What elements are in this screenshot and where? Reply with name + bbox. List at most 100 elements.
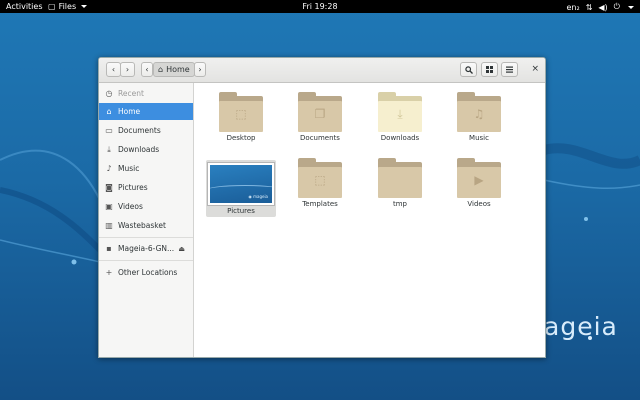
files-app-icon: ▢ xyxy=(48,2,56,11)
file-item-label: tmp xyxy=(392,200,407,208)
grid-view-icon xyxy=(486,66,493,73)
file-item-label: Pictures xyxy=(227,207,255,215)
places-sidebar: ◷ Recent ⌂ Home ▭ Documents ⤓ Downloads … xyxy=(99,83,194,357)
sidebar-item-label: Pictures xyxy=(118,183,148,192)
file-item-label: Downloads xyxy=(380,134,420,142)
view-options-button[interactable] xyxy=(481,62,498,77)
document-emblem-icon: ❐ xyxy=(314,107,326,121)
trash-icon: ▥ xyxy=(105,221,113,230)
path-label: Home xyxy=(166,65,190,74)
sidebar-item-recent[interactable]: ◷ Recent xyxy=(99,85,193,102)
volume-icon: ◀) xyxy=(598,2,608,12)
hamburger-menu-icon xyxy=(506,66,513,73)
sidebar-item-pictures[interactable]: ◙ Pictures xyxy=(99,179,193,196)
folder-icon xyxy=(378,158,422,198)
file-item-downloads[interactable]: ⤓ Downloads xyxy=(370,92,430,142)
app-menu[interactable]: ▢ Files xyxy=(48,2,88,11)
app-menu-label: Files xyxy=(58,2,77,11)
folder-icon: ⤓ xyxy=(378,92,422,132)
menu-button[interactable] xyxy=(501,62,518,77)
clock-icon: ◷ xyxy=(105,89,113,98)
chevron-down-icon xyxy=(628,5,634,9)
file-item-label: Documents xyxy=(300,134,340,142)
close-button[interactable]: × xyxy=(531,64,539,74)
film-icon: ▣ xyxy=(105,202,113,211)
plus-icon: + xyxy=(105,268,113,277)
file-item-templates[interactable]: ⬚ Templates xyxy=(290,158,350,208)
sidebar-separator xyxy=(99,237,193,238)
file-item-desktop[interactable]: ⬚ Desktop xyxy=(211,92,271,142)
sidebar-item-mageia-disc[interactable]: ▪ Mageia-6-GN... ⏏ xyxy=(99,240,193,257)
sidebar-item-videos[interactable]: ▣ Videos xyxy=(99,198,193,215)
chevron-right-icon: › xyxy=(125,65,130,74)
power-icon: ⏻ xyxy=(613,2,620,11)
file-item-videos[interactable]: ▶ Videos xyxy=(449,158,509,208)
template-emblem-icon: ⬚ xyxy=(314,173,326,187)
search-icon xyxy=(464,65,473,74)
music-emblem-icon: ♫ xyxy=(473,107,485,121)
file-item-documents[interactable]: ❐ Documents xyxy=(290,92,350,142)
sidebar-item-label: Recent xyxy=(118,89,144,98)
sidebar-item-downloads[interactable]: ⤓ Downloads xyxy=(99,141,193,158)
folder-icon: ⬚ xyxy=(298,158,342,198)
file-item-music[interactable]: ♫ Music xyxy=(449,92,509,142)
download-icon: ⤓ xyxy=(107,144,111,154)
header-bar: ‹ › ‹ ⌂ Home › × xyxy=(99,58,545,83)
sidebar-item-label: Documents xyxy=(118,126,161,135)
activities-button[interactable]: Activities xyxy=(6,2,43,11)
sidebar-item-music[interactable]: ♪ Music xyxy=(99,160,193,177)
chevron-left-icon: ‹ xyxy=(145,65,149,74)
folder-icon: ♫ xyxy=(457,92,501,132)
top-bar: Activities ▢ Files Fri 19:28 en₂ ⇅ ◀) ⏻ xyxy=(0,0,640,13)
forward-button[interactable]: › xyxy=(120,62,135,77)
chevron-down-icon xyxy=(81,5,88,8)
sidebar-item-label: Mageia-6-GN... xyxy=(118,244,175,253)
sidebar-item-label: Other Locations xyxy=(118,268,178,277)
folder-icon: ▶ xyxy=(457,158,501,198)
path-scroll-right-button[interactable]: › xyxy=(194,62,206,77)
sidebar-item-label: Wastebasket xyxy=(118,221,166,230)
chevron-right-icon: › xyxy=(198,65,202,74)
brand-dot xyxy=(588,336,592,340)
video-emblem-icon: ▶ xyxy=(474,173,484,187)
eject-icon[interactable]: ⏏ xyxy=(178,245,185,253)
disc-icon: ▪ xyxy=(106,244,112,253)
folder-icon: ⬚ xyxy=(219,92,263,132)
system-status-area[interactable]: en₂ ⇅ ◀) ⏻ xyxy=(566,2,634,12)
clock[interactable]: Fri 19:28 xyxy=(302,2,337,11)
sidebar-item-home[interactable]: ⌂ Home xyxy=(99,103,193,120)
sidebar-item-wastebasket[interactable]: ▥ Wastebasket xyxy=(99,217,193,234)
sidebar-item-label: Home xyxy=(118,107,141,116)
sidebar-separator xyxy=(99,260,193,261)
file-item-pictures[interactable]: ◉ mageia Pictures xyxy=(206,160,276,217)
document-icon: ▭ xyxy=(105,126,113,135)
camera-icon: ◙ xyxy=(105,183,113,192)
desktop-brand-logo: ageia xyxy=(544,312,618,341)
file-view: ⬚ Desktop ❐ Documents ⤓ Downloads ♫ Musi… xyxy=(194,83,545,357)
sidebar-item-documents[interactable]: ▭ Documents xyxy=(99,122,193,139)
sidebar-item-other-locations[interactable]: + Other Locations xyxy=(99,264,193,281)
home-icon: ⌂ xyxy=(106,107,112,116)
music-icon: ♪ xyxy=(106,164,112,173)
file-item-label: Templates xyxy=(302,200,338,208)
chevron-left-icon: ‹ xyxy=(111,65,116,74)
file-item-label: Videos xyxy=(467,200,491,208)
network-label: en₂ xyxy=(566,2,580,12)
sidebar-item-label: Music xyxy=(118,164,140,173)
path-bar-home[interactable]: ⌂ Home xyxy=(153,62,195,77)
back-button[interactable]: ‹ xyxy=(106,62,121,77)
download-emblem-icon: ⤓ xyxy=(397,107,403,121)
sidebar-item-label: Videos xyxy=(118,202,143,211)
desktop-emblem-icon: ⬚ xyxy=(235,107,247,121)
home-icon: ⌂ xyxy=(158,65,164,74)
file-item-label: Music xyxy=(469,134,489,142)
sidebar-item-label: Downloads xyxy=(118,145,160,154)
folder-icon: ❐ xyxy=(298,92,342,132)
path-scroll-left-button[interactable]: ‹ xyxy=(141,62,153,77)
file-item-tmp[interactable]: tmp xyxy=(370,158,430,208)
search-button[interactable] xyxy=(460,62,477,77)
image-thumbnail: ◉ mageia xyxy=(208,163,274,205)
files-window: ‹ › ‹ ⌂ Home › × ◷ Recent ⌂ Home ▭ Docum… xyxy=(98,57,546,358)
network-icon: ⇅ xyxy=(585,2,593,12)
file-item-label: Desktop xyxy=(226,134,256,142)
